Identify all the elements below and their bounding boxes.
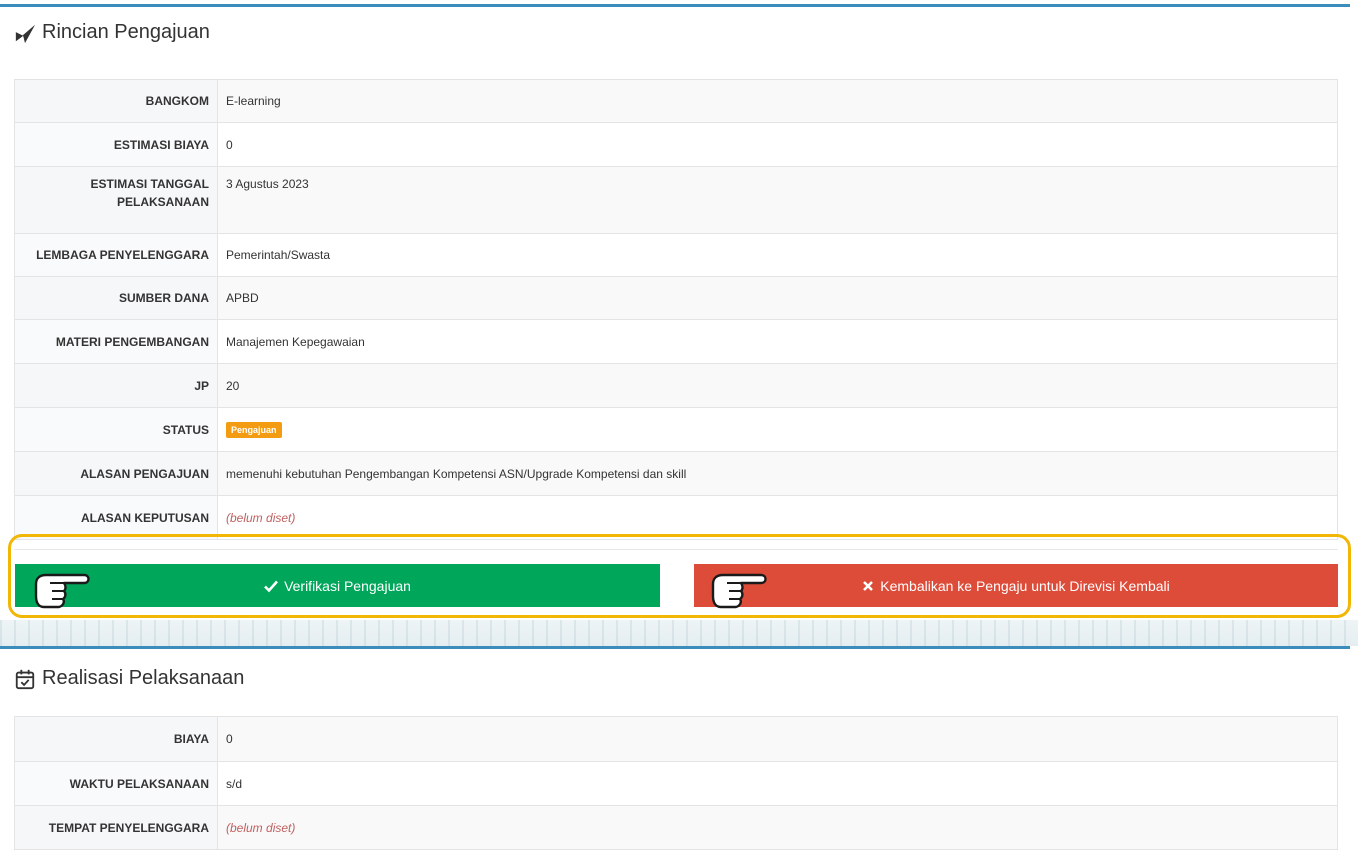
row-value: s/d — [217, 761, 1338, 806]
status-badge: Pengajuan — [226, 421, 282, 438]
row-label: JP — [14, 363, 218, 408]
status-cell: Pengajuan — [217, 407, 1338, 452]
row-value: (belum diset) — [226, 510, 296, 525]
row-label: BANGKOM — [14, 79, 218, 123]
row-value: (belum diset) — [226, 820, 296, 835]
row-value: APBD — [217, 276, 1338, 320]
row-label: BIAYA — [14, 716, 218, 762]
table-row: ALASAN PENGAJUAN memenuhi kebutuhan Peng… — [14, 451, 1338, 496]
row-value: 0 — [217, 716, 1338, 762]
check-icon — [264, 580, 279, 592]
keputusan-cell: (belum diset) — [217, 495, 1338, 540]
table-row: JP 20 — [14, 363, 1338, 408]
row-value: Pemerintah/Swasta — [217, 233, 1338, 277]
table-row: LEMBAGA PENYELENGGARA Pemerintah/Swasta — [14, 233, 1338, 277]
table-row: BANGKOM E-learning — [14, 79, 1338, 123]
realisasi-table: BIAYA 0 WAKTU PELAKSANAAN s/d TEMPAT PEN… — [14, 716, 1338, 850]
reject-button[interactable]: Kembalikan ke Pengaju untuk Direvisi Kem… — [694, 564, 1338, 607]
calendar-check-icon — [15, 669, 35, 689]
row-label: TEMPAT PENYELENGGARA — [14, 805, 218, 850]
row-label: STATUS — [14, 407, 218, 452]
table-row: ESTIMASI TANGGAL PELAKSANAAN 3 Agustus 2… — [14, 166, 1338, 234]
row-label: MATERI PENGEMBANGAN — [14, 319, 218, 364]
realisasi-title-text: Realisasi Pelaksanaan — [42, 667, 245, 689]
row-label: ESTIMASI BIAYA — [14, 122, 218, 167]
paper-plane-icon — [15, 24, 36, 43]
rincian-table: BANGKOM E-learning ESTIMASI BIAYA 0 ESTI… — [14, 79, 1338, 540]
row-value: 0 — [217, 122, 1338, 167]
row-label: SUMBER DANA — [14, 276, 218, 320]
row-value: 20 — [217, 363, 1338, 408]
row-value: Manajemen Kepegawaian — [217, 319, 1338, 364]
times-icon — [863, 580, 874, 591]
row-label: LEMBAGA PENYELENGGARA — [14, 233, 218, 277]
row-label: WAKTU PELAKSANAAN — [14, 761, 218, 806]
table-row: BIAYA 0 — [14, 716, 1338, 762]
row-label: ALASAN PENGAJUAN — [14, 451, 218, 496]
divider — [14, 549, 1338, 550]
table-row: STATUS Pengajuan — [14, 407, 1338, 452]
verify-button-label: Verifikasi Pengajuan — [284, 577, 411, 594]
row-label: ESTIMASI TANGGAL PELAKSANAAN — [14, 166, 218, 234]
table-row: ALASAN KEPUTUSAN (belum diset) — [14, 495, 1338, 540]
table-row: MATERI PENGEMBANGAN Manajemen Kepegawaia… — [14, 319, 1338, 364]
row-value: memenuhi kebutuhan Pengembangan Kompeten… — [217, 451, 1338, 496]
table-row: ESTIMASI BIAYA 0 — [14, 122, 1338, 167]
row-label-line1: ESTIMASI TANGGAL — [90, 177, 209, 191]
pointing-hand-icon — [34, 573, 90, 609]
row-label-line2: PELAKSANAAN — [116, 195, 209, 209]
row-value: 3 Agustus 2023 — [217, 166, 1338, 234]
rincian-title: Rincian Pengajuan — [14, 21, 210, 44]
rincian-title-text: Rincian Pengajuan — [42, 21, 210, 43]
realisasi-panel: Realisasi Pelaksanaan BIAYA 0 WAKTU PELA… — [0, 646, 1350, 850]
tempat-cell: (belum diset) — [217, 805, 1338, 850]
pointing-hand-icon — [711, 573, 767, 609]
verify-button[interactable]: Verifikasi Pengajuan — [15, 564, 660, 607]
table-row: TEMPAT PENYELENGGARA (belum diset) — [14, 805, 1338, 850]
reject-button-label: Kembalikan ke Pengaju untuk Direvisi Kem… — [880, 577, 1170, 594]
row-label: ALASAN KEPUTUSAN — [14, 495, 218, 540]
decorative-pattern-strip — [0, 620, 1358, 646]
realisasi-title: Realisasi Pelaksanaan — [14, 667, 244, 690]
rincian-panel: Rincian Pengajuan BANGKOM E-learning EST… — [0, 4, 1350, 623]
table-row: WAKTU PELAKSANAAN s/d — [14, 761, 1338, 806]
row-value: E-learning — [217, 79, 1338, 123]
table-row: SUMBER DANA APBD — [14, 276, 1338, 320]
